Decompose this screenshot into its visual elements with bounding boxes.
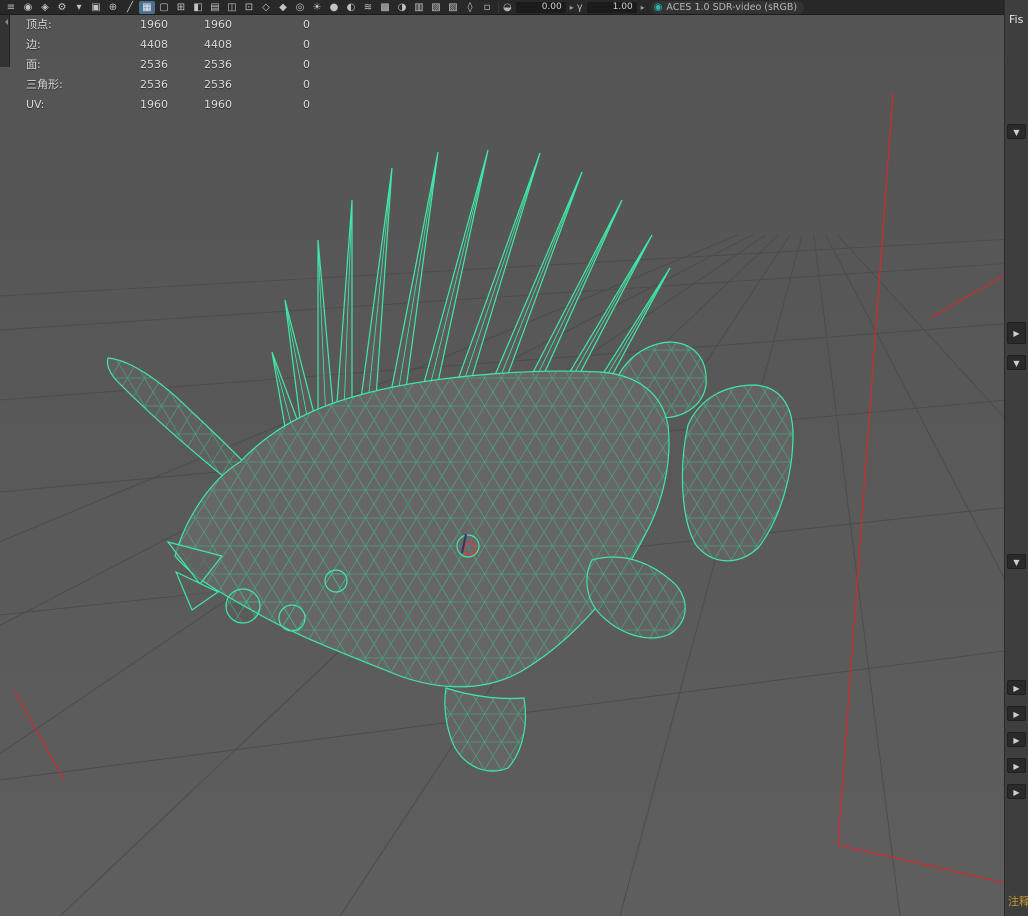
poly-count-hud: 顶点: 1960 1960 0 边: 4408 4408 0 面: 2536 2… bbox=[26, 14, 310, 114]
exposure-field[interactable]: 0.00 bbox=[515, 1, 566, 13]
gamma-icon[interactable]: γ bbox=[577, 2, 583, 13]
ambient-occlusion-icon[interactable]: ◐ bbox=[343, 1, 359, 14]
xray-icon[interactable]: ▥ bbox=[411, 1, 427, 14]
fish-body bbox=[174, 370, 670, 688]
gate-mask-icon[interactable]: ◧ bbox=[190, 1, 206, 14]
field-chart-icon[interactable]: ▤ bbox=[207, 1, 223, 14]
hud-row-label: 边: bbox=[26, 38, 41, 51]
motion-blur-icon[interactable]: ≋ bbox=[360, 1, 376, 14]
hud-total-count: 1960 bbox=[140, 97, 168, 111]
hud-row: 顶点: 1960 1960 0 bbox=[26, 14, 310, 34]
fish-tail-fin bbox=[681, 384, 794, 562]
lock-camera-icon[interactable]: ◈ bbox=[37, 1, 53, 14]
toolbar-separator bbox=[498, 1, 499, 13]
fish-model[interactable] bbox=[106, 149, 794, 772]
safe-action-icon[interactable]: ◫ bbox=[224, 1, 240, 14]
grid-icon[interactable]: ▦ bbox=[139, 0, 155, 14]
frame-selection-icon[interactable]: ◆ bbox=[275, 1, 291, 14]
gamma-field[interactable]: 1.00 bbox=[586, 1, 637, 13]
film-gate-icon[interactable]: ▢ bbox=[156, 1, 172, 14]
safe-title-icon[interactable]: ⊡ bbox=[241, 1, 257, 14]
hud-visible-count: 1960 bbox=[204, 17, 232, 31]
isolate-select-icon[interactable]: ◎ bbox=[292, 1, 308, 14]
gamma-caret-icon[interactable]: ▸ bbox=[641, 3, 645, 12]
hud-visible-count: 4408 bbox=[204, 37, 232, 51]
hud-row-label: 面: bbox=[26, 58, 41, 71]
hud-visible-count: 1960 bbox=[204, 97, 232, 111]
collapse-section-button[interactable]: ▼ bbox=[1007, 554, 1026, 569]
view-transform-chip[interactable]: ◉ ACES 1.0 SDR-video (sRGB) bbox=[650, 0, 805, 14]
hud-visible-count: 2536 bbox=[204, 57, 232, 71]
hud-visible-count: 2536 bbox=[204, 77, 232, 91]
hud-row: 三角形: 2536 2536 0 bbox=[26, 74, 310, 94]
image-plane-icon[interactable]: ▣ bbox=[88, 1, 104, 14]
maya-viewport-window: ≡ ◉ ◈ ⚙ ▾ ▣ ⊕ ╱ ▦ ▢ ⊞ ◧ ▤ ◫ ⊡ ◇ ◆ ◎ ☀ ● … bbox=[0, 0, 1028, 916]
expand-row-button[interactable]: ▶ bbox=[1007, 680, 1026, 695]
select-camera-icon[interactable]: ◉ bbox=[20, 1, 36, 14]
notes-label: 注释 bbox=[1008, 895, 1028, 908]
hud-row-label: 顶点: bbox=[26, 18, 52, 31]
colorspace-label: ACES 1.0 SDR-video (sRGB) bbox=[666, 1, 798, 13]
menu-icon[interactable]: ≡ bbox=[3, 1, 19, 14]
pan-zoom-icon[interactable]: ⊕ bbox=[105, 1, 121, 14]
expand-row-button[interactable]: ▶ bbox=[1007, 758, 1026, 773]
wireframe-on-shaded-icon[interactable]: ▧ bbox=[428, 1, 444, 14]
fish-eye bbox=[456, 533, 480, 558]
textured-icon[interactable]: ▨ bbox=[445, 1, 461, 14]
bookmarks-icon[interactable]: ▾ bbox=[71, 1, 87, 14]
frame-all-icon[interactable]: ◇ bbox=[258, 1, 274, 14]
depth-of-field-icon[interactable]: ◑ bbox=[394, 1, 410, 14]
hud-row: 面: 2536 2536 0 bbox=[26, 54, 310, 74]
left-toolbar-collapsed[interactable] bbox=[0, 15, 10, 67]
collapse-section-button[interactable]: ▼ bbox=[1007, 355, 1026, 370]
viewport-toolbar: ≡ ◉ ◈ ⚙ ▾ ▣ ⊕ ╱ ▦ ▢ ⊞ ◧ ▤ ◫ ⊡ ◇ ◆ ◎ ☀ ● … bbox=[0, 0, 1028, 15]
viewport-3d[interactable] bbox=[0, 0, 1028, 916]
exposure-icon[interactable]: ◒ bbox=[503, 2, 512, 13]
view-transform-icon: ◉ bbox=[653, 1, 663, 13]
hud-row: 边: 4408 4408 0 bbox=[26, 34, 310, 54]
fish-bottom-fin bbox=[444, 687, 527, 772]
shadows-icon[interactable]: ● bbox=[326, 1, 342, 14]
expand-row-button[interactable]: ▶ bbox=[1007, 706, 1026, 721]
grease-pencil-icon[interactable]: ╱ bbox=[122, 1, 138, 14]
expand-row-button[interactable]: ▶ bbox=[1007, 732, 1026, 747]
hud-row-label: 三角形: bbox=[26, 78, 63, 91]
hud-total-count: 1960 bbox=[140, 17, 168, 31]
multisampling-icon[interactable]: ▩ bbox=[377, 1, 393, 14]
right-panel-strip: Fis ▼ ▶ ▼ ▼ ▶ ▶ ▶ ▶ ▶ 注释 bbox=[1004, 0, 1028, 916]
expand-row-button[interactable]: ▶ bbox=[1007, 784, 1026, 799]
hud-selected-count: 0 bbox=[303, 57, 310, 71]
hud-selected-count: 0 bbox=[303, 97, 310, 111]
resolution-gate-icon[interactable]: ⊞ bbox=[173, 1, 189, 14]
fish-pectoral-fin bbox=[586, 556, 686, 639]
collapse-section-button[interactable]: ▼ bbox=[1007, 124, 1026, 139]
plugin-shading-icon[interactable]: ▫ bbox=[479, 1, 495, 14]
hud-total-count: 2536 bbox=[140, 77, 168, 91]
hud-row-label: UV: bbox=[26, 97, 45, 111]
toolbar-icon-group: ≡ ◉ ◈ ⚙ ▾ ▣ ⊕ ╱ ▦ ▢ ⊞ ◧ ▤ ◫ ⊡ ◇ ◆ ◎ ☀ ● … bbox=[3, 0, 495, 14]
hud-selected-count: 0 bbox=[303, 77, 310, 91]
lighting-icon[interactable]: ☀ bbox=[309, 1, 325, 14]
use-default-material-icon[interactable]: ◊ bbox=[462, 1, 478, 14]
hud-row: UV: 1960 1960 0 bbox=[26, 94, 310, 114]
camera-attributes-icon[interactable]: ⚙ bbox=[54, 1, 70, 14]
hud-total-count: 2536 bbox=[140, 57, 168, 71]
hud-total-count: 4408 bbox=[140, 37, 168, 51]
exposure-caret-icon[interactable]: ▸ bbox=[570, 3, 574, 12]
attribute-tab-label[interactable]: Fis bbox=[1009, 13, 1028, 26]
expand-panel-button[interactable]: ▶ bbox=[1007, 322, 1026, 344]
hud-selected-count: 0 bbox=[303, 37, 310, 51]
hud-selected-count: 0 bbox=[303, 17, 310, 31]
